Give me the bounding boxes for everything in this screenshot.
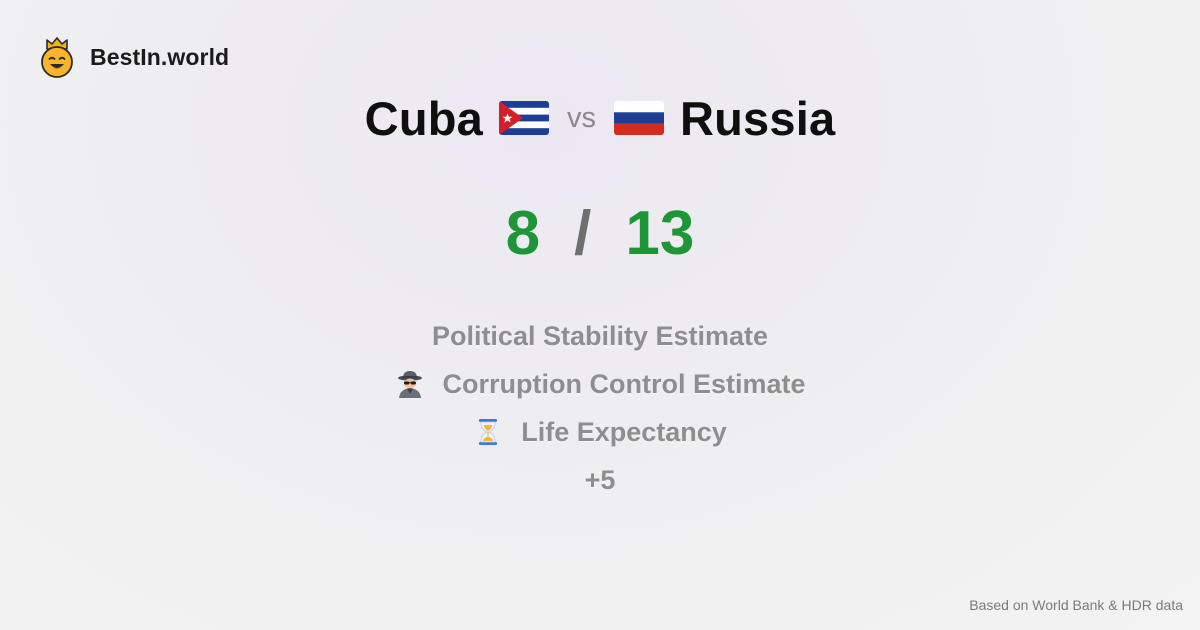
cuba-flag-icon: [498, 101, 549, 135]
criteria-label: +5: [584, 464, 616, 495]
hourglass-icon: [479, 419, 498, 445]
russia-flag-icon: [613, 101, 664, 135]
brand[interactable]: BestIn.world: [38, 36, 229, 78]
right-score: 13: [625, 198, 695, 268]
detective-icon: [397, 371, 422, 398]
score-separator: /: [574, 198, 592, 268]
criteria-list: Political Stability Estimate Corruption …: [0, 312, 1200, 504]
criteria-label: Corruption Control Estimate: [442, 368, 806, 399]
criteria-item-life-expectancy: Life Expectancy: [473, 408, 727, 456]
right-country-name: Russia: [679, 91, 836, 145]
vs-label: vs: [566, 101, 596, 134]
criteria-label: Life Expectancy: [521, 416, 727, 447]
left-country-name: Cuba: [364, 91, 483, 145]
brand-name: BestIn.world: [90, 43, 230, 70]
criteria-item-political-stability: Political Stability Estimate: [432, 312, 768, 360]
crowned-smiley-icon: [41, 37, 73, 78]
criteria-more-count: +5: [585, 456, 616, 504]
data-source-note: Based on World Bank & HDR data: [969, 597, 1183, 613]
score-row: 8 / 13: [0, 196, 1200, 270]
criteria-item-corruption-control: Corruption Control Estimate: [395, 360, 806, 408]
comparison-title: Cuba vs Russia: [0, 86, 1200, 150]
left-score: 8: [505, 198, 541, 268]
criteria-label: Political Stability Estimate: [431, 320, 769, 351]
